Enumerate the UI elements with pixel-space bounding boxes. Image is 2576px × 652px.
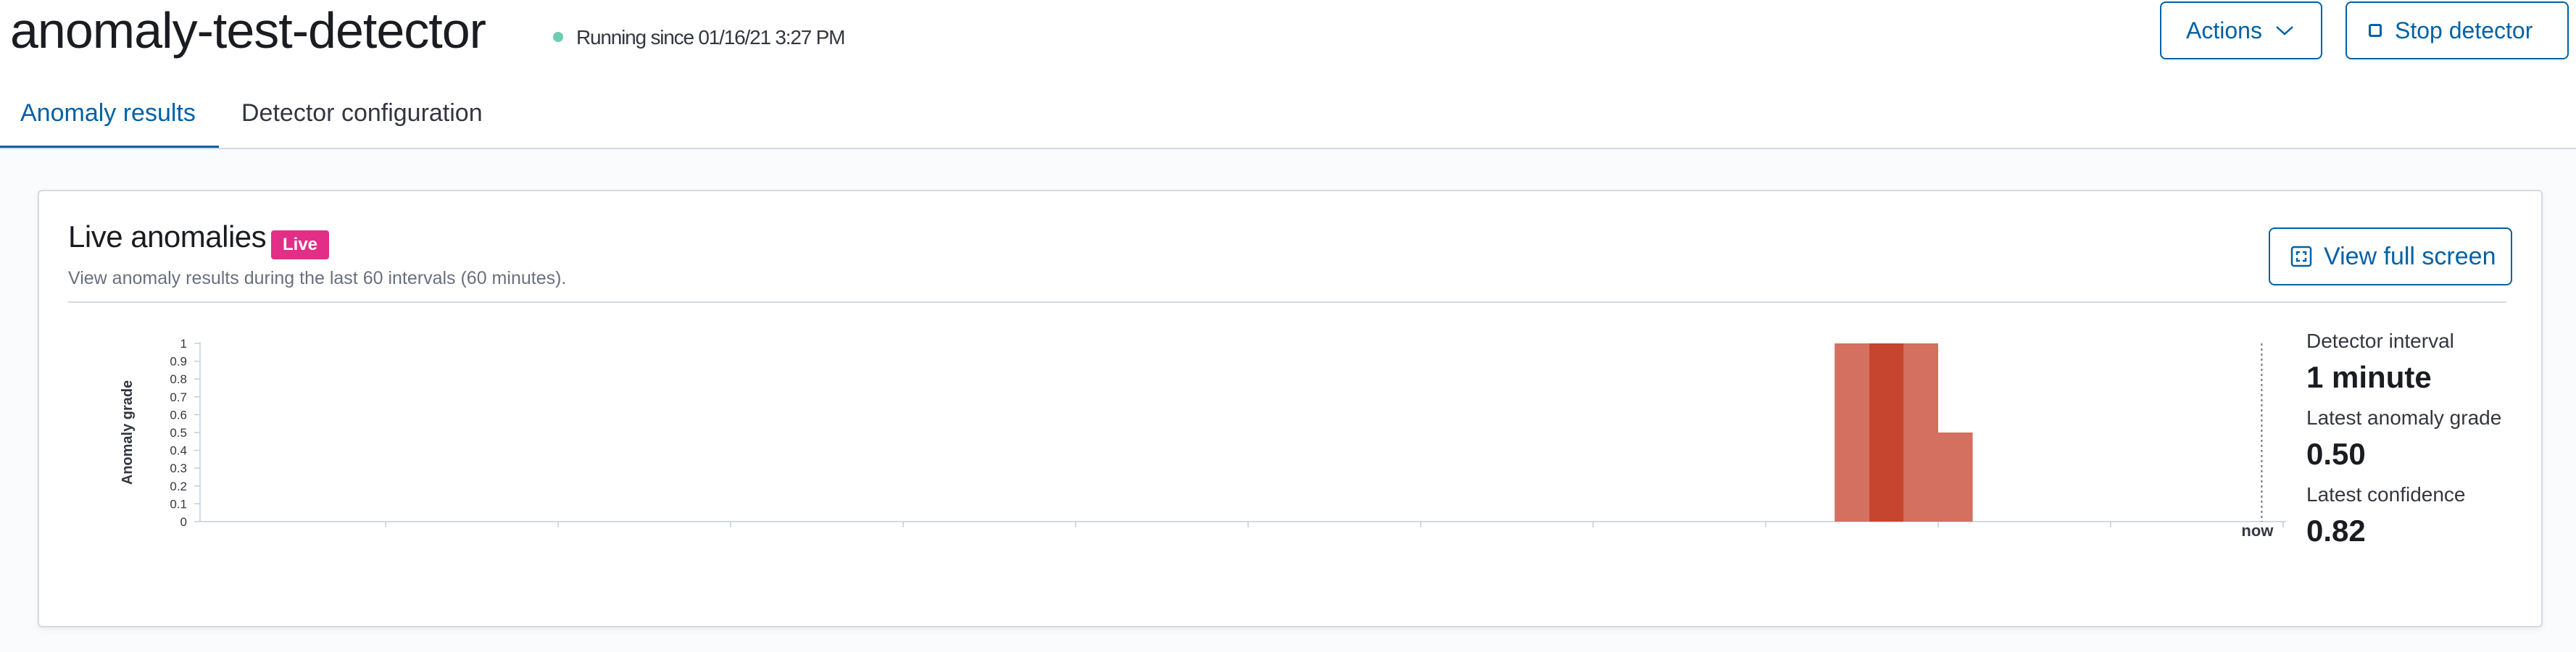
latest-anomaly-grade-label: Latest anomaly grade [2306, 406, 2502, 429]
anomaly-bar [1903, 343, 1938, 522]
live-anomalies-panel: Live anomalies Live View anomaly results… [38, 190, 2543, 627]
y-tick-label: 0.3 [170, 461, 187, 475]
panel-subtitle: View anomaly results during the last 60 … [68, 268, 567, 288]
actions-button-label: Actions [2186, 17, 2262, 43]
y-tick-label: 0 [180, 515, 187, 529]
panel-divider [68, 301, 2506, 303]
live-badge: Live [271, 230, 329, 259]
y-tick-label: 0.1 [170, 497, 187, 511]
detector-interval-label: Detector interval [2306, 330, 2454, 352]
latest-confidence-label: Latest confidence [2306, 483, 2466, 506]
y-tick-label: 0.2 [170, 480, 187, 493]
view-full-screen-button[interactable]: View full screen [2269, 227, 2512, 285]
y-tick-label: 0.4 [170, 444, 187, 458]
anomaly-grade-chart: 1 0.9 0.8 0.7 0.6 0.5 0.4 0.3 0.2 0.1 0 Anomaly gra… [120, 337, 2286, 540]
status-text: Running since 01/16/21 3:27 PM [576, 26, 845, 49]
status-indicator-icon [553, 32, 563, 42]
anomaly-bar [1938, 432, 1973, 522]
fullscreen-icon [2290, 246, 2312, 267]
page-header: anomaly-test-detector Running since 01/1… [0, 0, 2576, 149]
y-tick-label: 0.9 [170, 355, 187, 369]
page-title: anomaly-test-detector [10, 2, 486, 59]
anomaly-bar [1869, 343, 1904, 522]
view-full-screen-label: View full screen [2324, 242, 2496, 270]
y-axis-title: Anomaly grade [120, 380, 136, 485]
actions-button[interactable]: Actions [2160, 1, 2322, 59]
latest-confidence-value: 0.82 [2306, 514, 2366, 548]
stop-icon [2369, 24, 2382, 37]
y-tick-label: 0.7 [170, 390, 187, 404]
y-tick-label: 0.8 [170, 372, 187, 386]
tab-anomaly-results-label: Anomaly results [20, 99, 196, 127]
y-tick-label: 0.6 [170, 408, 187, 422]
stop-detector-label: Stop detector [2395, 17, 2533, 43]
chevron-down-icon [2276, 26, 2293, 35]
tab-detector-configuration[interactable]: Detector configuration [241, 87, 483, 149]
y-tick-label: 0.5 [170, 426, 187, 440]
stop-detector-button[interactable]: Stop detector [2346, 1, 2569, 59]
latest-anomaly-grade-value: 0.50 [2306, 437, 2366, 471]
tab-anomaly-results[interactable]: Anomaly results [0, 87, 219, 149]
anomaly-bar [1835, 343, 1869, 522]
now-marker-label: now [2241, 522, 2274, 540]
tab-detector-configuration-label: Detector configuration [241, 99, 483, 127]
y-tick-label: 1 [180, 337, 187, 351]
detector-interval-value: 1 minute [2306, 360, 2432, 394]
panel-title: Live anomalies [68, 220, 267, 254]
header-divider [0, 148, 2576, 149]
